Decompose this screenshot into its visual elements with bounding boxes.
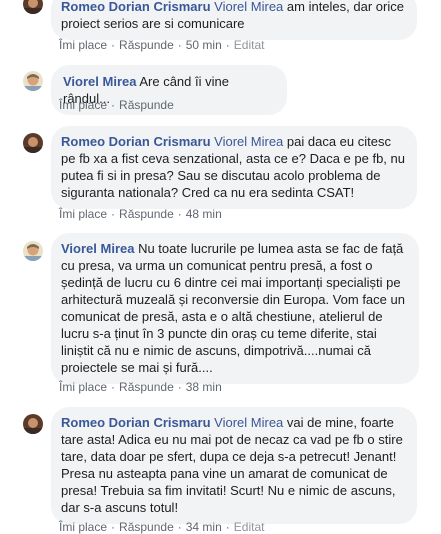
comment-author[interactable]: Romeo Dorian Crismaru xyxy=(61,134,211,149)
separator: · xyxy=(225,520,230,534)
separator: · xyxy=(177,38,182,52)
comment-text: proiect serios are si comunicare xyxy=(61,16,245,31)
reply-link[interactable]: Răspunde xyxy=(119,38,174,52)
separator: · xyxy=(111,520,116,534)
separator: · xyxy=(111,38,116,52)
separator: · xyxy=(111,98,116,112)
avatar[interactable] xyxy=(23,0,43,14)
comment-bubble: Romeo Dorian Crismaru Viorel Mirea vai d… xyxy=(51,407,417,524)
separator: · xyxy=(177,520,182,534)
reply-link[interactable]: Răspunde xyxy=(119,98,174,112)
comment-author[interactable]: Viorel Mirea xyxy=(61,241,134,256)
avatar-viorel-image xyxy=(23,241,43,261)
comment-time[interactable]: 38 min xyxy=(186,380,222,394)
comment-mention[interactable]: Viorel Mirea xyxy=(214,134,283,149)
reply-link[interactable]: Răspunde xyxy=(119,207,174,221)
like-link[interactable]: Îmi place xyxy=(59,207,107,221)
comment-mention[interactable]: Viorel Mirea xyxy=(214,0,283,14)
comment-actions: Îmi place · Răspunde · 38 min xyxy=(59,380,222,394)
comment-author[interactable]: Viorel Mirea xyxy=(63,74,136,89)
edited-label: Editat xyxy=(233,38,265,52)
separator: · xyxy=(111,380,116,394)
avatar[interactable] xyxy=(23,71,43,91)
reply-link[interactable]: Răspunde xyxy=(119,520,174,534)
separator: · xyxy=(177,207,182,221)
avatar[interactable] xyxy=(23,241,43,261)
avatar[interactable] xyxy=(23,133,43,153)
avatar-romeo-image xyxy=(23,0,43,14)
separator: · xyxy=(177,380,182,394)
comment-time[interactable]: 48 min xyxy=(186,207,222,221)
comment-time[interactable]: 34 min xyxy=(186,520,222,534)
avatar-viorel-image xyxy=(23,71,43,91)
avatar-romeo-image xyxy=(23,133,43,153)
edited-label: Editat xyxy=(233,520,265,534)
comment-actions: Îmi place · Răspunde · 48 min xyxy=(59,207,222,221)
avatar[interactable] xyxy=(23,414,43,434)
comment-bubble: Viorel Mirea Nu toate lucrurile pe lumea… xyxy=(51,233,419,384)
comment-bubble: Romeo Dorian Crismaru Viorel Mirea am in… xyxy=(51,0,417,40)
like-link[interactable]: Îmi place xyxy=(59,98,107,112)
comment-actions: Îmi place · Răspunde · 50 min · Editat xyxy=(59,38,264,52)
comment-author[interactable]: Romeo Dorian Crismaru xyxy=(61,0,211,14)
comment-bubble: Romeo Dorian Crismaru Viorel Mirea pai d… xyxy=(51,126,417,209)
separator: · xyxy=(111,207,116,221)
separator: · xyxy=(225,38,230,52)
comment-text-line1: am inteles, dar orice xyxy=(283,0,404,14)
comment-mention[interactable]: Viorel Mirea xyxy=(214,415,283,430)
comment-time[interactable]: 50 min xyxy=(186,38,222,52)
like-link[interactable]: Îmi place xyxy=(59,38,107,52)
comment-author[interactable]: Romeo Dorian Crismaru xyxy=(61,415,211,430)
like-link[interactable]: Îmi place xyxy=(59,380,107,394)
comment-actions: Îmi place · Răspunde · 34 min · Editat xyxy=(59,520,264,534)
comment-text: vai de mine, foarte tare asta! Adica eu … xyxy=(61,415,403,515)
avatar-romeo-image xyxy=(23,414,43,434)
reply-link[interactable]: Răspunde xyxy=(119,380,174,394)
comment-text: Nu toate lucrurile pe lumea asta se fac … xyxy=(61,241,405,375)
comment-actions: Îmi place · Răspunde xyxy=(59,98,174,112)
like-link[interactable]: Îmi place xyxy=(59,520,107,534)
